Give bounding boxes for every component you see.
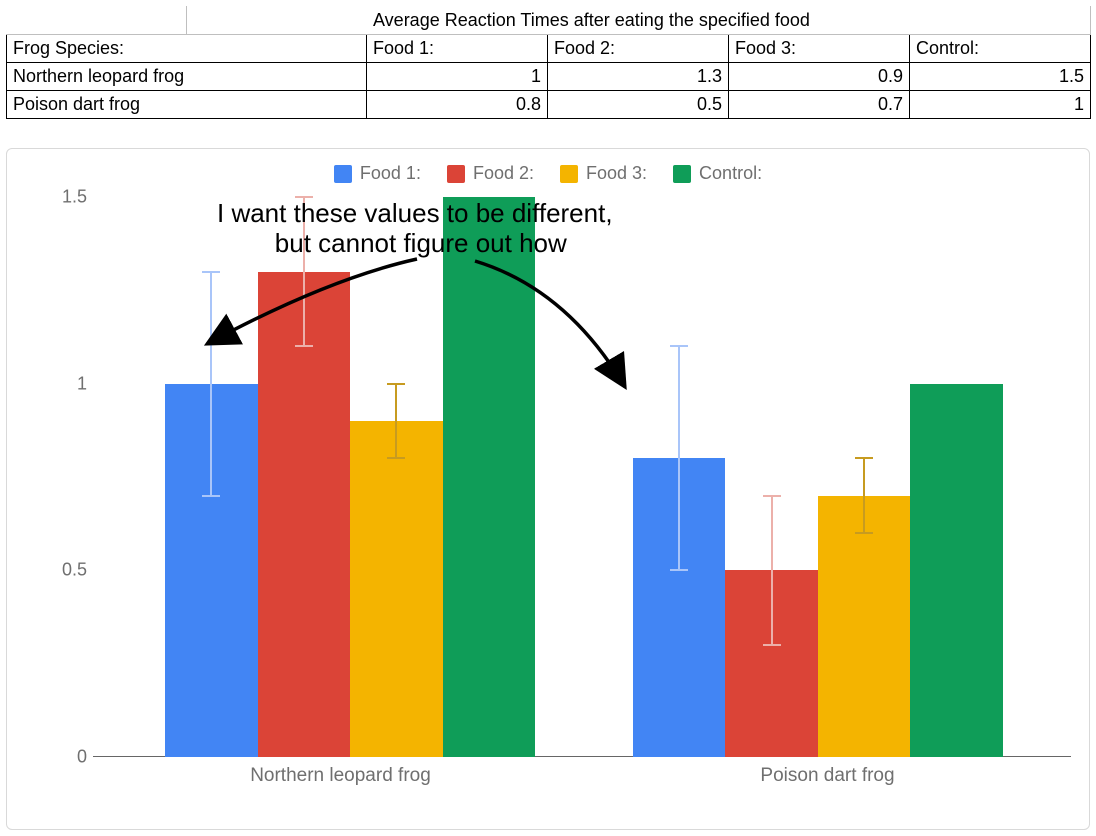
row-label-1[interactable]: Poison dart frog bbox=[7, 91, 367, 119]
legend-label-1: Food 2: bbox=[473, 163, 534, 184]
legend-swatch-1 bbox=[447, 165, 465, 183]
legend-swatch-3 bbox=[673, 165, 691, 183]
chart[interactable]: Food 1: Food 2: Food 3: Control: 00.511.… bbox=[6, 148, 1090, 830]
col-food1[interactable]: Food 1: bbox=[367, 35, 548, 63]
cell-r0c2[interactable]: 0.9 bbox=[729, 63, 910, 91]
legend-swatch-2 bbox=[560, 165, 578, 183]
col-food2[interactable]: Food 2: bbox=[548, 35, 729, 63]
y-tick: 1.5 bbox=[33, 187, 87, 208]
cell-r1c3[interactable]: 1 bbox=[910, 91, 1091, 119]
row-header[interactable]: Frog Species: bbox=[7, 35, 367, 63]
bar bbox=[910, 197, 1003, 757]
y-tick: 0.5 bbox=[33, 560, 87, 581]
bar bbox=[258, 197, 351, 757]
cell-a1[interactable] bbox=[7, 7, 187, 35]
cell-r0c1[interactable]: 1.3 bbox=[548, 63, 729, 91]
cell-r1c1[interactable]: 0.5 bbox=[548, 91, 729, 119]
y-tick: 0 bbox=[33, 747, 87, 768]
x-label-0: Northern leopard frog bbox=[97, 765, 584, 787]
legend-label-0: Food 1: bbox=[360, 163, 421, 184]
row-label-0[interactable]: Northern leopard frog bbox=[7, 63, 367, 91]
plot-area: 00.511.5 bbox=[97, 197, 1071, 757]
legend-item-3: Control: bbox=[673, 163, 762, 184]
bar bbox=[443, 197, 536, 757]
cell-r1c0[interactable]: 0.8 bbox=[367, 91, 548, 119]
merge-header[interactable]: Average Reaction Times after eating the … bbox=[367, 7, 1091, 35]
cell-b1[interactable] bbox=[187, 7, 367, 35]
bar bbox=[165, 197, 258, 757]
bar bbox=[725, 197, 818, 757]
bar bbox=[818, 197, 911, 757]
bar bbox=[633, 197, 726, 757]
legend-label-3: Control: bbox=[699, 163, 762, 184]
cell-r1c2[interactable]: 0.7 bbox=[729, 91, 910, 119]
legend-item-0: Food 1: bbox=[334, 163, 421, 184]
legend-item-2: Food 3: bbox=[560, 163, 647, 184]
col-control[interactable]: Control: bbox=[910, 35, 1091, 63]
x-label-1: Poison dart frog bbox=[584, 765, 1071, 787]
data-table[interactable]: Average Reaction Times after eating the … bbox=[6, 6, 1091, 119]
bar bbox=[350, 197, 443, 757]
x-axis-labels: Northern leopard frog Poison dart frog bbox=[97, 765, 1071, 787]
legend: Food 1: Food 2: Food 3: Control: bbox=[7, 163, 1089, 184]
legend-item-1: Food 2: bbox=[447, 163, 534, 184]
cell-r0c3[interactable]: 1.5 bbox=[910, 63, 1091, 91]
legend-label-2: Food 3: bbox=[586, 163, 647, 184]
legend-swatch-0 bbox=[334, 165, 352, 183]
col-food3[interactable]: Food 3: bbox=[729, 35, 910, 63]
cell-r0c0[interactable]: 1 bbox=[367, 63, 548, 91]
y-tick: 1 bbox=[33, 373, 87, 394]
